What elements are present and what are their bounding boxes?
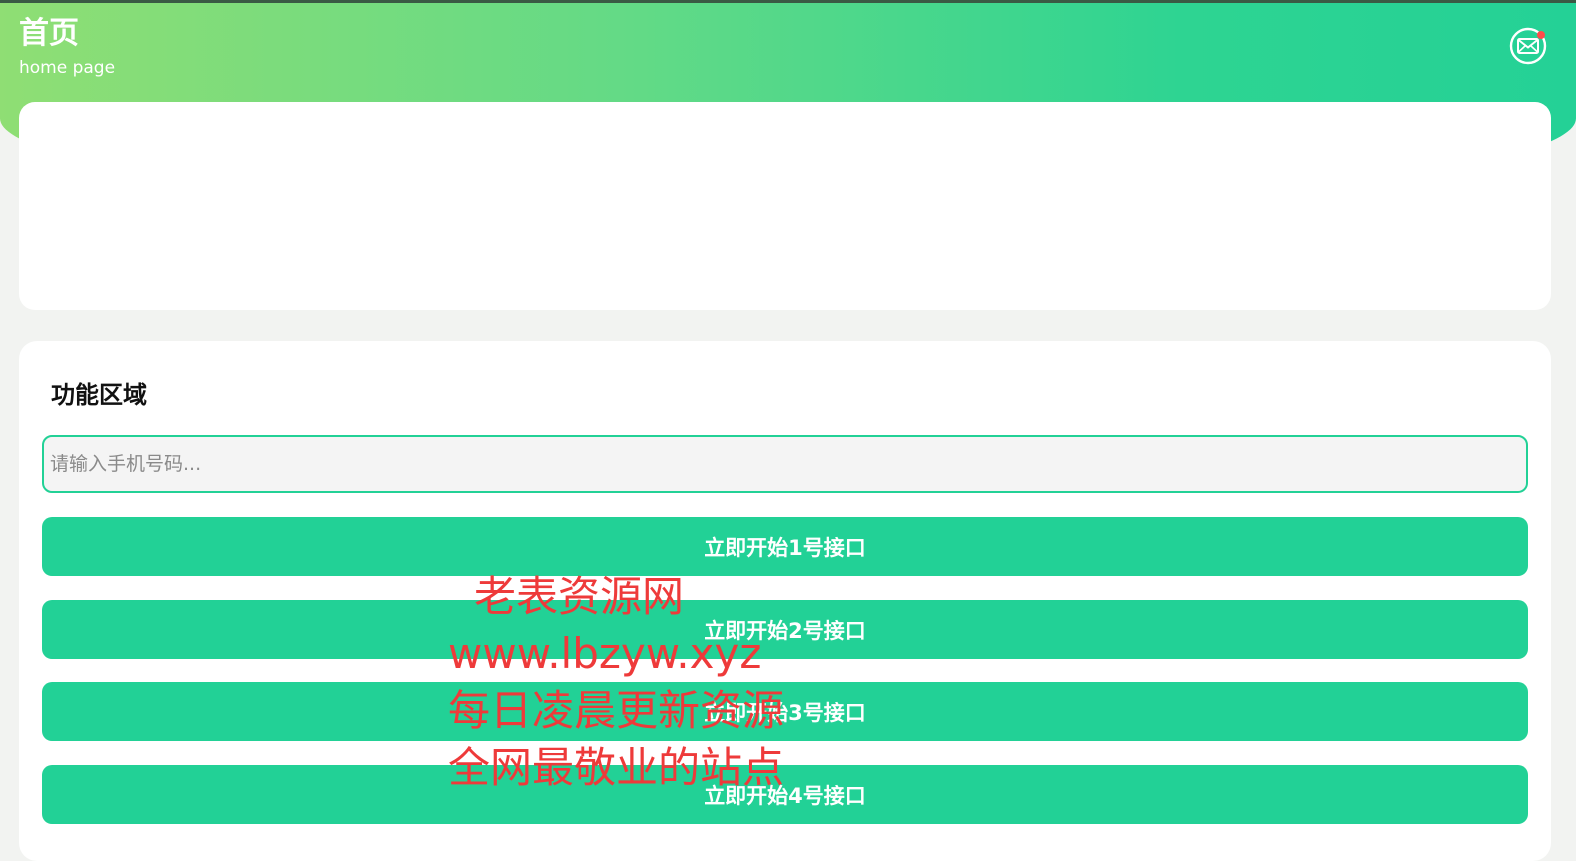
notification-dot-icon (1537, 31, 1545, 39)
mail-button[interactable] (1509, 27, 1547, 65)
start-api-1-button[interactable]: 立即开始1号接口 (42, 517, 1528, 576)
banner-card (19, 102, 1551, 310)
start-api-2-button[interactable]: 立即开始2号接口 (42, 600, 1528, 659)
page-subtitle: home page (19, 58, 116, 78)
function-area-card: 功能区域 立即开始1号接口 立即开始2号接口 立即开始3号接口 立即开始4号接口 (19, 341, 1551, 861)
mail-icon (1509, 27, 1547, 65)
start-api-4-button[interactable]: 立即开始4号接口 (42, 765, 1528, 824)
phone-input[interactable] (42, 435, 1528, 493)
page-title: 首页 (19, 16, 79, 51)
top-border-line (0, 0, 1576, 3)
section-title: 功能区域 (51, 381, 147, 409)
start-api-3-button[interactable]: 立即开始3号接口 (42, 682, 1528, 741)
